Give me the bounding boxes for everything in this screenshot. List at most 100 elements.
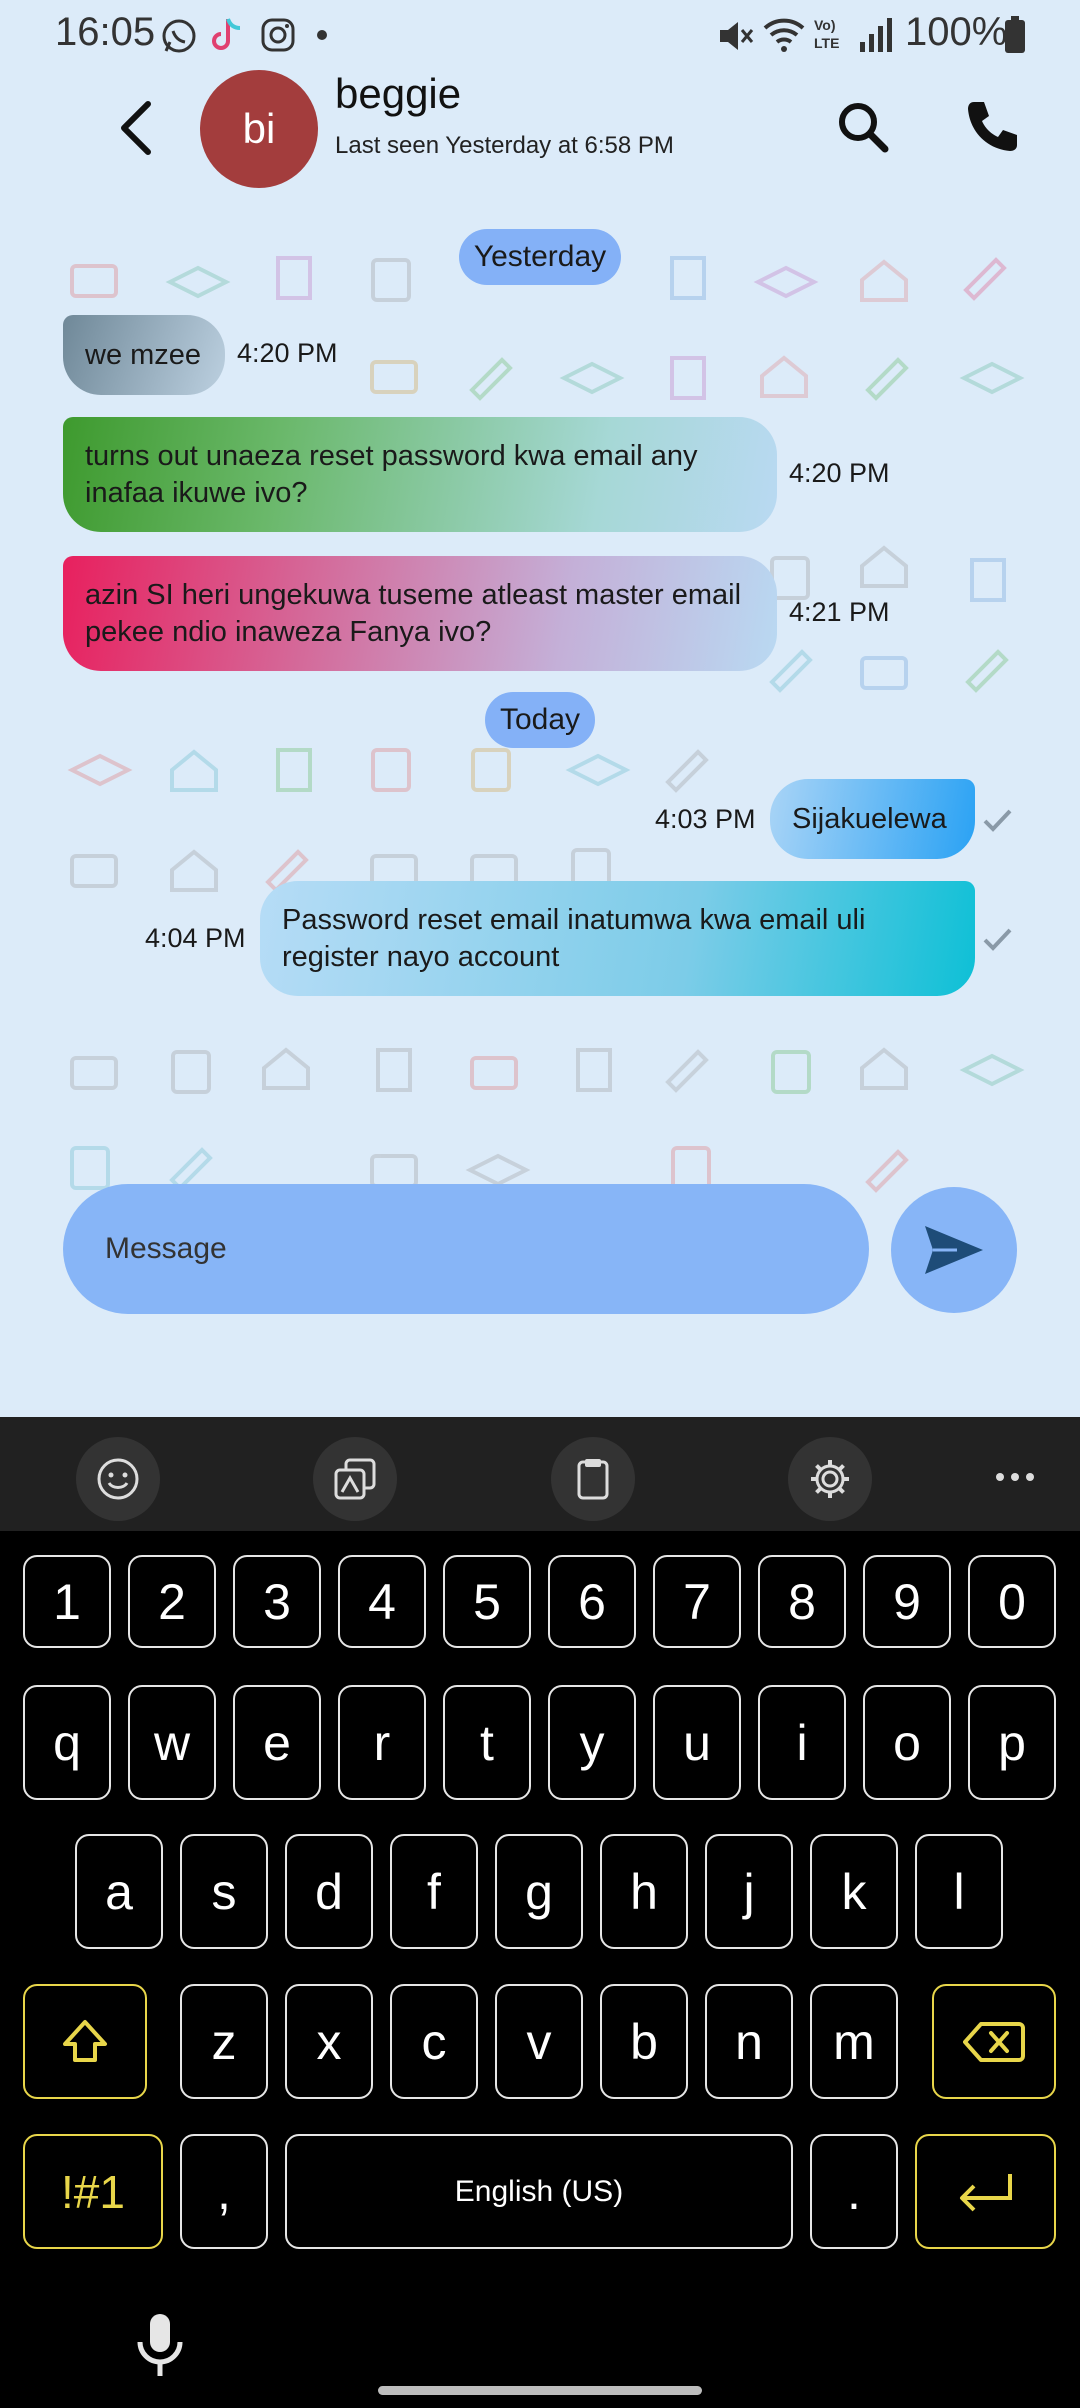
signal-icon [860, 18, 892, 52]
key-8[interactable]: 8 [758, 1555, 846, 1648]
key-b[interactable]: b [600, 1984, 688, 2099]
back-arrow-icon[interactable] [108, 96, 172, 160]
message-text: Password reset email inatumwa kwa email … [282, 903, 866, 973]
key-2[interactable]: 2 [128, 1555, 216, 1648]
shift-icon [63, 2019, 107, 2062]
emoji-button[interactable] [76, 1437, 160, 1521]
status-bar: 16:05 Vo) LTE 100% [0, 0, 1080, 68]
gear-icon [811, 1460, 849, 1498]
key-m[interactable]: m [810, 1984, 898, 2099]
key-r[interactable]: r [338, 1685, 426, 1800]
enter-icon [959, 2173, 1012, 2211]
clipboard-icon [577, 1459, 609, 1500]
chat-header: bi beggie Last seen Yesterday at 6:58 PM [0, 68, 1080, 218]
phone-icon [968, 102, 1017, 151]
tiktok-notification-icon [212, 18, 241, 50]
key-i[interactable]: i [758, 1685, 846, 1800]
more-notifications-dot-icon [317, 30, 327, 40]
key-q[interactable]: q [23, 1685, 111, 1800]
key-4[interactable]: 4 [338, 1555, 426, 1648]
period-key[interactable]: . [810, 2134, 898, 2249]
date-separator-today: Today [485, 692, 595, 748]
key-v[interactable]: v [495, 1984, 583, 2099]
key-y[interactable]: y [548, 1685, 636, 1800]
message-time: 4:21 PM [789, 597, 890, 627]
message-bubble[interactable]: turns out unaeza reset password kwa emai… [63, 417, 777, 532]
key-c[interactable]: c [390, 1984, 478, 2099]
sticker-icon [334, 1458, 376, 1500]
battery-icon [1005, 16, 1025, 53]
instagram-notification-icon [261, 18, 295, 52]
clipboard-button[interactable] [551, 1437, 635, 1521]
key-u[interactable]: u [653, 1685, 741, 1800]
battery-percent: 100% [905, 10, 1008, 54]
key-x[interactable]: x [285, 1984, 373, 2099]
key-e[interactable]: e [233, 1685, 321, 1800]
key-p[interactable]: p [968, 1685, 1056, 1800]
key-w[interactable]: w [128, 1685, 216, 1800]
key-f[interactable]: f [390, 1834, 478, 1949]
keyboard-settings-button[interactable] [788, 1437, 872, 1521]
message-time: 4:20 PM [237, 338, 338, 368]
message-bubble[interactable]: Password reset email inatumwa kwa email … [260, 881, 975, 996]
send-button[interactable] [891, 1187, 1017, 1313]
search-icon [839, 103, 889, 153]
key-3[interactable]: 3 [233, 1555, 321, 1648]
key-d[interactable]: d [285, 1834, 373, 1949]
status-time: 16:05 [55, 10, 156, 54]
message-text: azin SI heri ungekuwa tuseme atleast mas… [85, 578, 742, 648]
message-bubble[interactable]: azin SI heri ungekuwa tuseme atleast mas… [63, 556, 777, 671]
key-a[interactable]: a [75, 1834, 163, 1949]
key-j[interactable]: j [705, 1834, 793, 1949]
read-check-icon [983, 928, 1012, 951]
keyboard: 1 2 3 4 5 6 7 8 9 0 q w e r t y u i o p … [0, 1531, 1080, 2408]
key-6[interactable]: 6 [548, 1555, 636, 1648]
message-time: 4:03 PM [655, 804, 756, 834]
microphone-icon[interactable] [130, 2310, 190, 2380]
key-z[interactable]: z [180, 1984, 268, 2099]
mute-icon [720, 22, 754, 50]
navigation-handle[interactable] [378, 2386, 702, 2395]
key-0[interactable]: 0 [968, 1555, 1056, 1648]
key-s[interactable]: s [180, 1834, 268, 1949]
key-n[interactable]: n [705, 1984, 793, 2099]
key-g[interactable]: g [495, 1834, 583, 1949]
symbols-key[interactable]: !#1 [23, 2134, 163, 2249]
key-t[interactable]: t [443, 1685, 531, 1800]
backspace-key[interactable] [932, 1984, 1056, 2099]
backspace-icon [963, 2021, 1025, 2062]
svg-text:Vo): Vo) [814, 17, 836, 33]
message-bubble[interactable]: Sijakuelewa [770, 779, 975, 859]
space-key[interactable]: English (US) [285, 2134, 793, 2249]
last-seen-status: Last seen Yesterday at 6:58 PM [335, 132, 674, 159]
message-input-placeholder: Message [105, 1232, 227, 1265]
key-h[interactable]: h [600, 1834, 688, 1949]
send-icon [925, 1226, 983, 1274]
shift-key[interactable] [23, 1984, 147, 2099]
call-button[interactable] [956, 92, 1026, 162]
enter-key[interactable] [915, 2134, 1056, 2249]
key-l[interactable]: l [915, 1834, 1003, 1949]
more-horizontal-icon [996, 1473, 1034, 1481]
key-5[interactable]: 5 [443, 1555, 531, 1648]
key-7[interactable]: 7 [653, 1555, 741, 1648]
key-o[interactable]: o [863, 1685, 951, 1800]
sticker-button[interactable] [313, 1437, 397, 1521]
search-button[interactable] [828, 92, 898, 162]
wifi-icon [763, 18, 805, 52]
message-bubble[interactable]: we mzee [63, 315, 225, 395]
svg-text:LTE: LTE [814, 35, 839, 51]
more-options-button[interactable] [985, 1457, 1045, 1497]
comma-key[interactable]: , [180, 2134, 268, 2249]
key-1[interactable]: 1 [23, 1555, 111, 1648]
volte-icon: Vo) LTE [814, 17, 839, 51]
emoji-icon [97, 1458, 139, 1500]
message-text: we mzee [85, 338, 202, 371]
contact-avatar[interactable]: bi [200, 70, 318, 188]
key-k[interactable]: k [810, 1834, 898, 1949]
message-input[interactable]: Message [63, 1184, 869, 1314]
contact-name[interactable]: beggie [335, 70, 461, 118]
date-separator-yesterday: Yesterday [459, 229, 621, 285]
key-9[interactable]: 9 [863, 1555, 951, 1648]
chat-area: 16:05 Vo) LTE 100% bi beggie Last seen Ye… [0, 0, 1080, 1417]
